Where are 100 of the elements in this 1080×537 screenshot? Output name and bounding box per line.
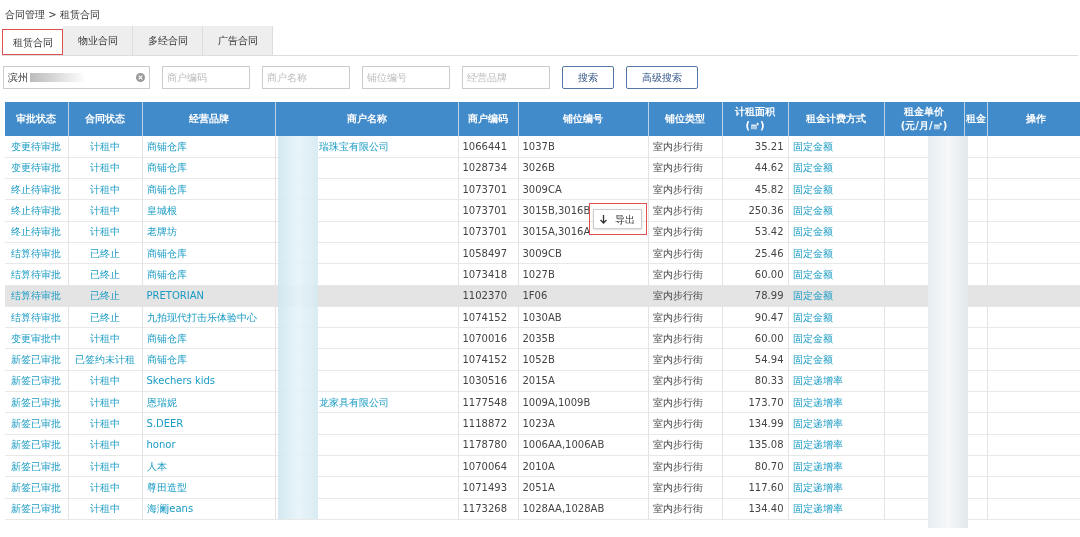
- table-link[interactable]: 计租中: [90, 162, 120, 174]
- table-link[interactable]: 新签已审批: [11, 439, 62, 451]
- table-link[interactable]: PRETORIAN: [146, 290, 204, 302]
- table-link[interactable]: 商铺仓库: [146, 183, 187, 195]
- table-link[interactable]: S.DEER: [146, 418, 184, 429]
- table-link[interactable]: 固定递增率: [792, 481, 843, 493]
- table-link[interactable]: 计租中: [90, 481, 120, 493]
- search-button[interactable]: 高级搜索: [626, 65, 698, 89]
- table-link[interactable]: 计租中: [90, 332, 120, 344]
- search-field[interactable]: 滨州: [3, 65, 150, 89]
- table-link[interactable]: 固定金额: [792, 311, 833, 323]
- table-link[interactable]: 计租中: [90, 396, 120, 408]
- table-link[interactable]: 固定金额: [792, 205, 833, 217]
- table-link[interactable]: 固定递增率: [792, 375, 843, 387]
- table-link[interactable]: 终止待审批: [11, 183, 62, 195]
- table-cell: 1177548: [462, 396, 508, 408]
- search-button[interactable]: 搜索: [562, 65, 614, 89]
- table-link[interactable]: 九拍现代打击乐体验中心: [146, 311, 257, 323]
- table-link[interactable]: 计租中: [90, 460, 120, 472]
- input-field[interactable]: 商户编码: [162, 65, 250, 89]
- table-link[interactable]: 已终止: [90, 311, 120, 323]
- table-cell: 80.33: [754, 375, 784, 387]
- tab[interactable]: 物业合同: [63, 26, 133, 55]
- table-link[interactable]: 新签已审批: [11, 460, 62, 472]
- table-link[interactable]: 已终止: [90, 247, 120, 259]
- table-link[interactable]: 结算待审批: [11, 268, 62, 280]
- table-link[interactable]: 固定金额: [792, 226, 833, 238]
- table-link[interactable]: 海澜jeans: [146, 503, 194, 515]
- table-link[interactable]: honor: [146, 439, 176, 451]
- table-link[interactable]: 计租中: [90, 503, 120, 515]
- table-link[interactable]: 固定递增率: [792, 460, 843, 472]
- table-cell: 1073418: [462, 268, 508, 280]
- table-link[interactable]: 新签已审批: [11, 354, 62, 366]
- table-link[interactable]: 恩瑞妮: [146, 396, 177, 408]
- table-cell: 1030AB: [522, 311, 562, 323]
- table-cell: 1102370: [462, 290, 508, 302]
- export-menu-item[interactable]: 导出: [593, 209, 642, 229]
- table-link[interactable]: 固定金额: [792, 140, 833, 152]
- table-link[interactable]: 人本: [146, 460, 167, 472]
- table-link[interactable]: 固定金额: [792, 183, 833, 195]
- table-link[interactable]: 固定金额: [792, 268, 833, 280]
- table-link[interactable]: 结算待审批: [11, 311, 62, 323]
- column-header: 计租面积 (㎡): [734, 105, 776, 133]
- table-link[interactable]: 新签已审批: [11, 503, 62, 515]
- table-link[interactable]: 尊田造型: [146, 481, 187, 493]
- table-link[interactable]: 新签已审批: [11, 481, 62, 493]
- table-link[interactable]: 商铺仓库: [146, 268, 187, 280]
- table-link[interactable]: 商铺仓库: [146, 354, 187, 366]
- table-link[interactable]: 固定金额: [792, 354, 833, 366]
- table-cell: 3015A,3016A: [522, 226, 591, 238]
- table-link[interactable]: 商铺仓库: [146, 140, 187, 152]
- table-cell: 室内步行街: [652, 311, 703, 323]
- table-link[interactable]: 固定金额: [792, 247, 833, 259]
- tab[interactable]: 租赁合同: [2, 29, 63, 55]
- table-cell: 1028AA,1028AB: [522, 503, 605, 515]
- table-link[interactable]: 老牌坊: [146, 226, 177, 238]
- table-link[interactable]: 皇城根: [146, 205, 177, 217]
- table-link[interactable]: 计租中: [90, 205, 120, 217]
- table-link[interactable]: 固定金额: [792, 162, 833, 174]
- table-link[interactable]: 计租中: [90, 418, 120, 429]
- table-link[interactable]: 固定金额: [792, 332, 833, 344]
- table-link[interactable]: 瑞珠宝有限公司: [318, 140, 389, 152]
- table-link[interactable]: 固定递增率: [792, 503, 843, 515]
- table-link[interactable]: 变更审批中: [11, 332, 62, 344]
- table-link[interactable]: Skechers kids: [146, 375, 216, 387]
- table-link[interactable]: 结算待审批: [11, 247, 62, 259]
- table-link[interactable]: 变更待审批: [11, 162, 62, 174]
- table-link[interactable]: 终止待审批: [11, 205, 62, 217]
- table-row[interactable]: 变更待审批 计租中 商铺仓库 瑞珠宝有限公司 1066441 1037B 室内步行街 35.21 固定金额: [5, 136, 1080, 158]
- table-link[interactable]: 终止待审批: [11, 226, 62, 238]
- table-link[interactable]: 新签已审批: [11, 375, 62, 387]
- input-field[interactable]: 商户名称: [262, 65, 350, 89]
- table-link[interactable]: 固定递增率: [792, 418, 843, 429]
- table-cell: 250.36: [748, 205, 784, 217]
- table-cell: 1073701: [462, 226, 508, 238]
- table-link[interactable]: 固定递增率: [792, 439, 843, 451]
- table-link[interactable]: 计租中: [90, 439, 120, 451]
- tab[interactable]: 多经合同: [133, 26, 203, 55]
- table-cell: 室内步行街: [652, 247, 703, 259]
- table-link[interactable]: 新签已审批: [11, 396, 62, 408]
- table-link[interactable]: 已终止: [90, 268, 120, 280]
- table-link[interactable]: 计租中: [90, 140, 120, 152]
- input-field[interactable]: 铺位编号: [362, 65, 450, 89]
- table-link[interactable]: 龙家具有限公司: [318, 396, 389, 408]
- table-link[interactable]: 固定递增率: [792, 396, 843, 408]
- table-cell: 117.60: [748, 481, 784, 493]
- table-link[interactable]: 变更待审批: [11, 140, 62, 152]
- table-link[interactable]: 已签约未计租: [75, 354, 135, 366]
- tab[interactable]: 广告合同: [203, 26, 273, 55]
- table-link[interactable]: 商铺仓库: [146, 162, 187, 174]
- table-link[interactable]: 已终止: [90, 290, 120, 302]
- table-link[interactable]: 新签已审批: [11, 418, 62, 429]
- table-link[interactable]: 商铺仓库: [146, 247, 187, 259]
- table-cell: 1009A,1009B: [522, 396, 591, 408]
- table-link[interactable]: 结算待审批: [11, 290, 62, 302]
- table-link[interactable]: 商铺仓库: [146, 332, 187, 344]
- table-link[interactable]: 计租中: [90, 183, 120, 195]
- table-link[interactable]: 计租中: [90, 226, 120, 238]
- table-link[interactable]: 固定金额: [792, 290, 833, 302]
- table-link[interactable]: 计租中: [90, 375, 120, 387]
